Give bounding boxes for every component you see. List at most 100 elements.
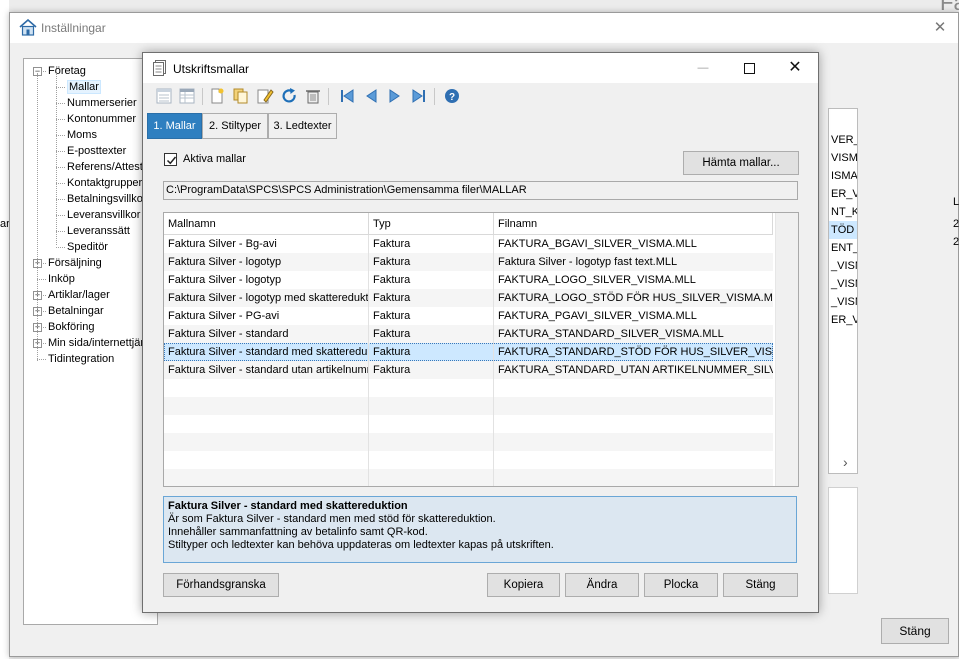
tree-item[interactable]: E-posttexter [67,143,126,159]
tree-item-label: Nummerserier [67,97,137,109]
tree-item[interactable]: Mallar [67,79,101,95]
tree-connector [56,215,65,216]
background-template-grid: VER_ VISMA ISMA. ER_VI NT_KO TÖD F ENT_ _VISM _V… [828,108,858,474]
description-line: Stiltyper och ledtexter kan behöva uppda… [168,539,554,551]
table-row[interactable]: Faktura Silver - standard med skatteredu… [164,343,773,361]
tree-item[interactable]: Referens/Attest [67,159,143,175]
table-cell-name: Faktura Silver - logotyp [168,256,282,268]
tree-connector [56,231,65,232]
grid-scrollbar[interactable] [775,213,798,486]
table-cell-type: Faktura [373,292,411,304]
delete-icon[interactable] [303,86,323,106]
tree-item[interactable]: Artiklar/lager [48,287,110,303]
tree-connector [37,359,46,360]
table-cell-type: Faktura [373,346,411,358]
table-row[interactable]: Faktura Silver - standard utan artikelnu… [164,361,773,379]
tree-connector [56,73,57,245]
column-header-mallnamn[interactable]: Mallnamn [164,213,369,235]
table-row[interactable] [164,397,773,415]
detail-view-icon[interactable] [177,86,197,106]
tree-item-label: Betalningar [48,305,104,317]
path-field[interactable]: C:\ProgramData\SPCS\SPCS Administration\… [163,181,798,200]
tree-item[interactable]: Bokföring [48,319,94,335]
table-cell-file: FAKTURA_STANDARD_STÖD FÖR HUS_SILVER_VIS… [498,346,773,358]
right-cell-label: L [953,196,959,208]
copy-button[interactable]: Kopiera [487,573,560,597]
aktiva-checkbox[interactable] [164,153,177,166]
maximize-button[interactable] [726,53,772,83]
edit-icon[interactable] [255,86,275,106]
background-grid-cell: ER_V [831,314,858,326]
table-row[interactable]: Faktura Silver - PG-avi Faktura FAKTURA_PG… [164,307,773,325]
table-cell-type: Faktura [373,256,411,268]
tree-item[interactable]: Betalningsvillkor [67,191,146,207]
tree-item-label: Tidintegration [48,353,115,365]
tab-ledtexter[interactable]: 3. Ledtexter [268,113,337,139]
next-icon[interactable] [385,86,405,106]
tree-item[interactable]: Betalningar [48,303,104,319]
column-divider [493,235,494,486]
toolbar-separator [434,88,435,105]
table-cell-name: Faktura Silver - logotyp med skattereduk… [168,292,368,304]
table-row[interactable]: Faktura Silver - standard Faktura FAKTURA_… [164,325,773,343]
tree-item[interactable]: Nummerserier [67,95,137,111]
tree-item-label: Inköp [48,273,75,285]
tree-item[interactable]: Inköp [48,271,75,287]
new-icon[interactable] [207,86,227,106]
tree-item-label: Referens/Attest [67,161,143,173]
last-icon[interactable] [409,86,429,106]
settings-close-button[interactable]: ✕ [928,18,952,38]
tree-item[interactable]: Speditör [67,239,108,255]
table-cell-name: Faktura Silver - PG-avi [168,310,280,322]
hamta-mallar-button[interactable]: Hämta mallar... [683,151,799,175]
copy-icon[interactable] [231,86,251,106]
tab-mallar[interactable]: 1. Mallar [147,113,202,139]
tree-item-label: Betalningsvillkor [67,193,147,205]
table-cell-file: FAKTURA_STANDARD_UTAN ARTIKELNUMMER_SILV… [498,364,773,376]
close-button[interactable]: ✕ [772,53,818,83]
column-header-typ[interactable]: Typ [369,213,494,235]
minimize-button[interactable]: — [680,53,726,83]
close-dialog-button[interactable]: Stäng [723,573,798,597]
table-row[interactable]: Faktura Silver - logotyp Faktura FAKTURA_L… [164,271,773,289]
tree-item[interactable]: Leveransvillkor [67,207,140,223]
tree-item[interactable]: Tidintegration [48,351,114,367]
table-cell-name: Faktura Silver - standard med skatteredu… [168,346,368,358]
table-row[interactable] [164,433,773,451]
tree-item[interactable]: Försäljning [48,255,102,271]
chevron-right-icon[interactable]: › [843,454,848,470]
background-grid-cell: VER_ [831,134,858,146]
previous-icon[interactable] [361,86,381,106]
column-header-filnamn[interactable]: Filnamn [494,213,773,235]
table-cell-file: Faktura Silver - logotyp fast text.MLL [498,256,678,268]
tree-item[interactable]: Leveranssätt [67,223,130,239]
tree-item[interactable]: Företag [48,63,86,79]
tree-item-label: Moms [67,129,97,141]
tab-stiltyper[interactable]: 2. Stiltyper [202,113,268,139]
tree-item[interactable]: Kontaktgrupperi [67,175,145,191]
settings-close-button-bottom[interactable]: Stäng [881,618,949,644]
table-row[interactable] [164,451,773,469]
edit-button[interactable]: Ändra [565,573,639,597]
table-row[interactable]: Faktura Silver - logotyp Faktura Faktura S… [164,253,773,271]
first-icon[interactable] [337,86,357,106]
tree-item[interactable]: Min sida/internettjän [48,335,146,351]
dialog-title-bar: Utskriftsmallar — ✕ [143,53,818,83]
help-icon[interactable]: ? [442,86,462,106]
tree-connector [56,135,65,136]
table-row[interactable] [164,469,773,486]
table-row[interactable]: Faktura Silver - Bg-avi Faktura FAKTURA_BG… [164,235,773,253]
table-row[interactable]: Faktura Silver - logotyp med skattereduk… [164,289,773,307]
tree-item[interactable]: Kontonummer [67,111,136,127]
tree-item[interactable]: Moms [67,127,97,143]
table-row[interactable] [164,415,773,433]
refresh-icon[interactable] [279,86,299,106]
list-view-icon[interactable] [154,86,174,106]
table-cell-file: FAKTURA_PGAVI_SILVER_VISMA.MLL [498,310,697,322]
table-row[interactable] [164,379,773,397]
background-grid-cell: ISMA. [831,170,858,182]
pick-button[interactable]: Plocka [644,573,718,597]
table-cell-type: Faktura [373,328,411,340]
table-cell-type: Faktura [373,364,411,376]
preview-button[interactable]: Förhandsgranska [163,573,279,597]
